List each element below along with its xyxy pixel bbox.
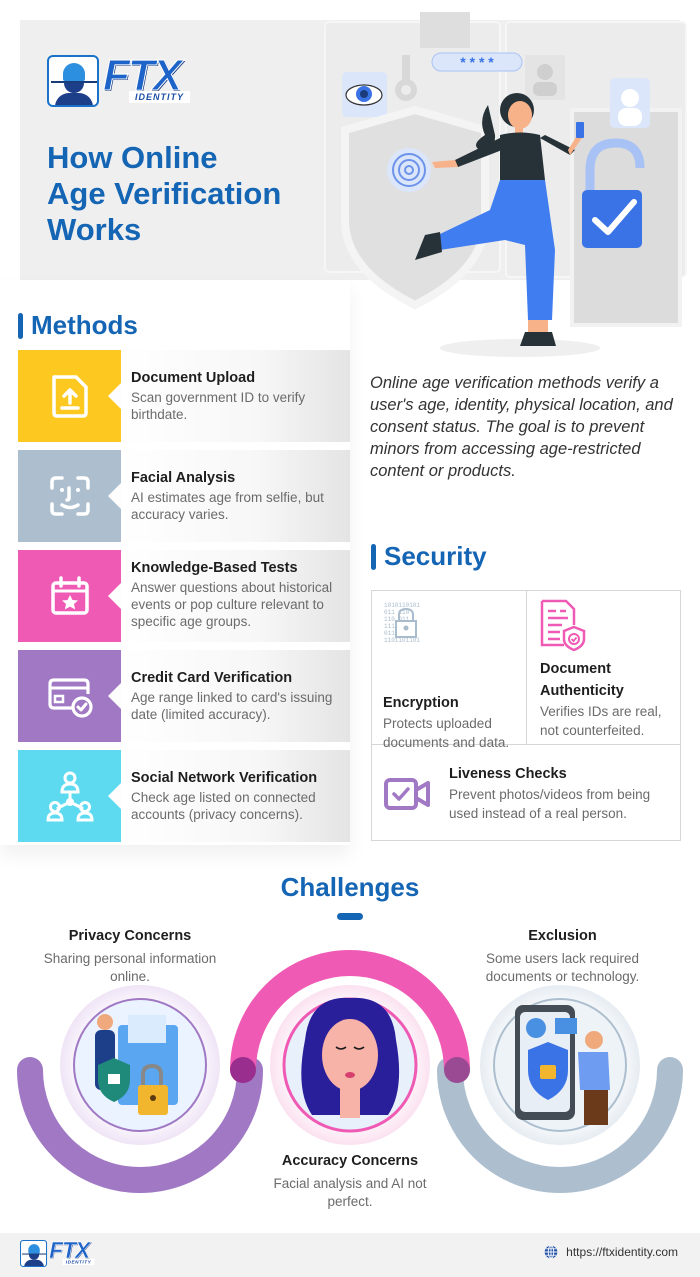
method-icon-tile — [18, 750, 122, 842]
challenge-item-accuracy: Accuracy Concerns Facial analysis and AI… — [250, 1153, 450, 1211]
method-icon-tile — [18, 350, 122, 442]
security-title: Document Authenticity — [540, 661, 624, 699]
method-description: Check age listed on connected accounts (… — [131, 790, 316, 822]
website-link[interactable]: https://ftxidentity.com — [544, 1245, 678, 1259]
svg-text:* * * *: * * * * — [460, 54, 494, 70]
method-item-facial-analysis: Facial Analysis AI estimates age from se… — [18, 450, 350, 542]
method-item-credit-card-verification: Credit Card Verification Age range linke… — [18, 650, 350, 742]
face-scan-logo-icon — [47, 55, 99, 107]
page-title: How Online Age Verification Works — [47, 140, 282, 247]
padlock-check-icon — [582, 190, 642, 248]
social-network-icon — [45, 771, 94, 822]
method-title: Facial Analysis — [131, 470, 236, 486]
method-description: Answer questions about historical events… — [131, 580, 333, 629]
security-grid: 1010110101011 110 110 011111 111 011 110… — [371, 590, 681, 841]
heading-accent-dash — [337, 913, 363, 920]
heading-accent-bar — [371, 543, 376, 570]
security-item-document-authenticity: Document Authenticity Verifies IDs are r… — [540, 599, 680, 740]
method-title: Credit Card Verification — [131, 670, 293, 686]
security-description: Prevent photos/videos from being used in… — [449, 787, 651, 821]
security-item-encryption: 1010110101011 110 110 011111 111 011 110… — [383, 601, 523, 752]
svg-text:1101101101: 1101101101 — [384, 637, 420, 644]
website-url[interactable]: https://ftxidentity.com — [566, 1245, 678, 1259]
globe-icon — [544, 1245, 558, 1259]
challenge-item-privacy: Privacy Concerns Sharing personal inform… — [40, 928, 220, 986]
method-description: AI estimates age from selfie, but accura… — [131, 490, 324, 522]
method-description: Age range linked to card's issuing date … — [131, 690, 333, 722]
arc-joint — [444, 1057, 470, 1083]
footer-logo: FTX IDENTITY — [20, 1238, 97, 1268]
arc-joint — [230, 1057, 256, 1083]
security-description: Protects uploaded documents and data. — [383, 716, 510, 750]
challenges-heading: Challenges — [280, 872, 420, 902]
video-check-icon — [384, 778, 430, 810]
challenge-description: Some users lack required documents or te… — [485, 951, 640, 984]
method-item-document-upload: Document Upload Scan government ID to ve… — [18, 350, 350, 442]
grid-divider — [526, 591, 527, 744]
ftx-identity-logo: FTX IDENTITY — [47, 51, 195, 107]
method-title: Social Network Verification — [131, 770, 318, 786]
face-scan-logo-icon — [20, 1240, 48, 1268]
security-heading: Security — [371, 541, 487, 572]
security-title: Liveness Checks — [449, 766, 567, 782]
security-description: Verifies IDs are real, not counterfeited… — [540, 704, 662, 738]
calendar-star-icon — [50, 576, 89, 615]
floor-shadow — [440, 339, 600, 357]
challenge-title: Privacy Concerns — [68, 928, 192, 944]
face-scan-icon — [49, 476, 90, 516]
shield-icon — [341, 105, 489, 310]
logo-subtitle: IDENTITY — [62, 1258, 95, 1265]
svg-text:1010110101: 1010110101 — [384, 602, 420, 609]
document-shield-icon — [540, 599, 586, 652]
method-item-social-network-verification: Social Network Verification Check age li… — [18, 750, 350, 842]
challenge-title: Accuracy Concerns — [281, 1153, 419, 1169]
logo-subtitle: IDENTITY — [129, 91, 191, 103]
method-icon-tile — [18, 550, 122, 642]
method-icon-tile — [18, 650, 122, 742]
document-upload-icon — [51, 375, 88, 418]
method-icon-tile — [18, 450, 122, 542]
folder-icon — [420, 12, 470, 48]
hero-illustration: * * * * — [324, 12, 687, 357]
method-description: Scan government ID to verify birthdate. — [131, 390, 306, 422]
methods-heading: Methods — [18, 310, 138, 341]
challenge-item-exclusion: Exclusion Some users lack required docum… — [470, 928, 655, 986]
security-title: Encryption — [383, 695, 459, 711]
method-title: Document Upload — [131, 370, 256, 386]
credit-card-check-icon — [47, 678, 93, 718]
challenge-description: Facial analysis and AI not perfect. — [273, 1176, 427, 1209]
heading-accent-bar — [18, 312, 23, 339]
method-item-knowledge-based-tests: Knowledge-Based Tests Answer questions a… — [18, 550, 350, 642]
svg-text:011 110: 011 110 — [384, 609, 410, 616]
encryption-lock-icon: 1010110101011 110 110 011111 111 011 110… — [384, 602, 420, 644]
method-title: Knowledge-Based Tests — [131, 560, 298, 576]
challenge-description: Sharing personal information online. — [43, 951, 217, 984]
intro-paragraph: Online age verification methods verify a… — [370, 374, 673, 480]
challenge-title: Exclusion — [528, 928, 597, 944]
